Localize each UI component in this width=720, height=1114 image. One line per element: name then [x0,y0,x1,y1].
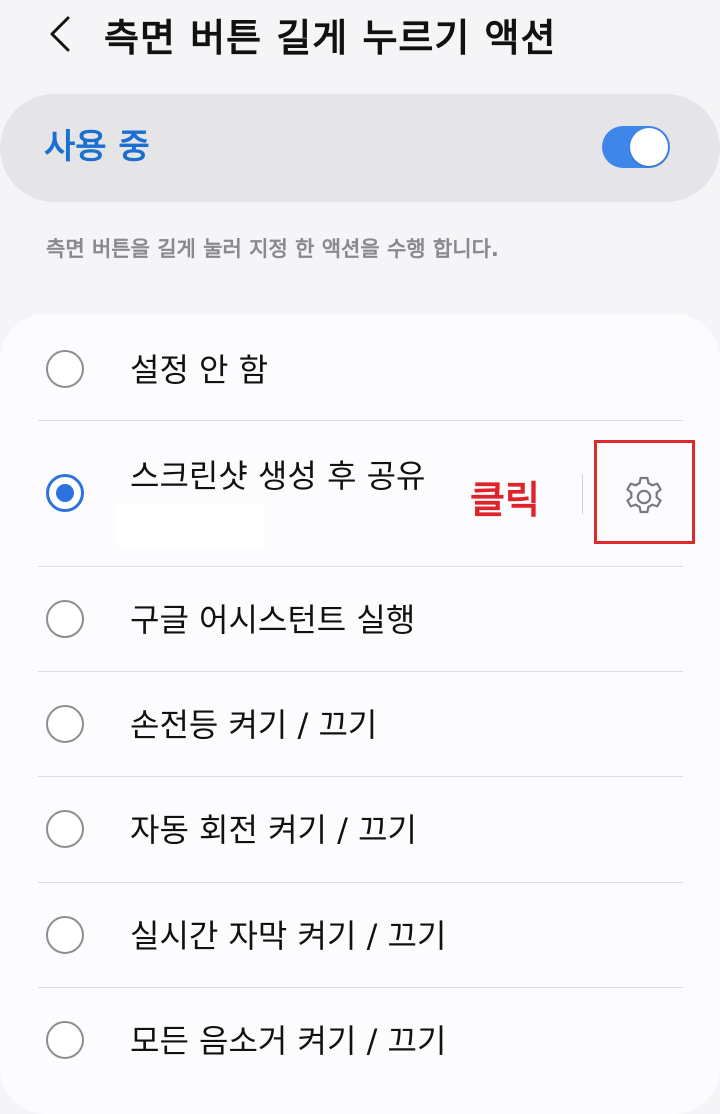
radio-button[interactable] [46,600,84,638]
master-switch-row[interactable]: 사용 중 [0,94,720,202]
divider [38,671,683,672]
option-label: 손전등 켜기 / 끄기 [130,706,378,744]
divider [38,776,683,777]
option-label: 자동 회전 켜기 / 끄기 [130,811,417,849]
master-toggle-switch[interactable] [602,126,670,168]
divider [38,566,683,567]
feature-description: 측면 버튼을 길게 눌러 지정 한 액션을 수행 합니다. [46,237,499,261]
radio-selected-dot [56,484,74,502]
radio-button[interactable] [46,350,84,388]
option-item-none[interactable]: 설정 안 함 [0,340,720,400]
radio-button[interactable] [46,1021,84,1059]
option-label: 모든 음소거 켜기 / 끄기 [130,1022,447,1060]
chevron-left-icon [50,16,70,52]
option-label: 설정 안 함 [130,351,269,389]
divider [38,420,683,421]
radio-button[interactable] [46,705,84,743]
toggle-knob [630,128,668,166]
vertical-separator [582,474,583,514]
option-item-live-caption[interactable]: 실시간 자막 켜기 / 끄기 [0,906,720,966]
click-annotation: 클릭 [470,478,540,522]
option-label: 스크린샷 생성 후 공유 [130,457,426,495]
option-item-mute-all[interactable]: 모든 음소거 켜기 / 끄기 [0,1011,720,1071]
app-header: 측면 버튼 길게 누르기 액션 [0,0,720,80]
radio-button-selected[interactable] [46,474,84,512]
redacted-subtext-block [116,503,264,547]
radio-button[interactable] [46,810,84,848]
option-label: 구글 어시스턴트 실행 [130,601,416,639]
back-button[interactable] [38,12,82,56]
option-item-google-assistant[interactable]: 구글 어시스턴트 실행 [0,590,720,650]
radio-button[interactable] [46,916,84,954]
divider [38,987,683,988]
annotation-highlight-box [594,440,695,544]
option-label: 실시간 자막 켜기 / 끄기 [130,917,447,955]
page-title: 측면 버튼 길게 누르기 액션 [104,16,557,60]
master-switch-label: 사용 중 [44,127,150,167]
divider [38,882,683,883]
option-item-flashlight[interactable]: 손전등 켜기 / 끄기 [0,695,720,755]
option-item-auto-rotate[interactable]: 자동 회전 켜기 / 끄기 [0,800,720,860]
